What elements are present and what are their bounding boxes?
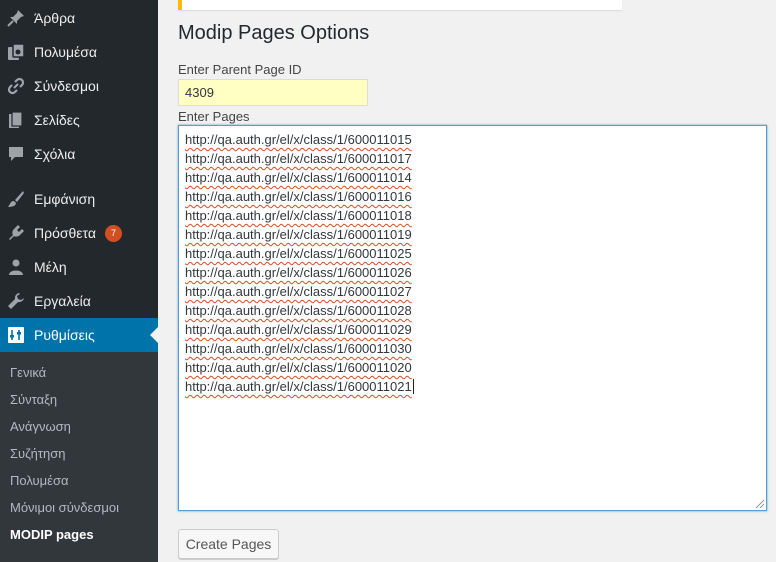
admin-sidebar: Άρθρα Πολυμέσα Σύνδεσμοι Σελίδες Σχόλια … — [0, 0, 158, 562]
page-url-text: http://qa.auth.gr/el/x/class/1/600011030 — [185, 341, 412, 356]
parent-id-input[interactable] — [178, 79, 368, 106]
page-url-line: http://qa.auth.gr/el/x/class/1/600011027 — [185, 282, 760, 301]
create-pages-button[interactable]: Create Pages — [178, 529, 279, 559]
sidebar-item-label: Μέλη — [34, 259, 67, 275]
submenu-item-media[interactable]: Πολυμέσα — [10, 473, 69, 488]
page-url-text: http://qa.auth.gr/el/x/class/1/600011015 — [185, 132, 412, 147]
page-url-line: http://qa.auth.gr/el/x/class/1/600011014 — [185, 168, 760, 187]
comment-icon — [7, 145, 25, 163]
settings-submenu: Γενικά Σύνταξη Ανάγνωση Συζήτηση Πολυμέσ… — [0, 352, 158, 562]
current-menu-arrow — [150, 327, 158, 343]
page-url-text: http://qa.auth.gr/el/x/class/1/600011014 — [185, 170, 412, 185]
page-url-text: http://qa.auth.gr/el/x/class/1/600011025 — [185, 246, 412, 261]
user-icon — [7, 258, 25, 276]
page-url-text: http://qa.auth.gr/el/x/class/1/600011018 — [185, 208, 412, 223]
text-cursor — [412, 379, 414, 394]
sidebar-item-users[interactable]: Μέλη — [0, 250, 158, 284]
page-url-line: http://qa.auth.gr/el/x/class/1/600011015 — [185, 130, 760, 149]
sidebar-item-label: Σύνδεσμοι — [34, 78, 99, 94]
pages-textarea[interactable]: http://qa.auth.gr/el/x/class/1/600011015… — [178, 125, 767, 511]
plugin-icon — [7, 224, 25, 242]
page-url-text: http://qa.auth.gr/el/x/class/1/600011020 — [185, 360, 412, 375]
page-url-line: http://qa.auth.gr/el/x/class/1/600011019 — [185, 225, 760, 244]
brush-icon — [7, 190, 25, 208]
page-url-line: http://qa.auth.gr/el/x/class/1/600011028 — [185, 301, 760, 320]
page-url-text: http://qa.auth.gr/el/x/class/1/600011021 — [185, 379, 412, 394]
page-url-text: http://qa.auth.gr/el/x/class/1/600011029 — [185, 322, 412, 337]
page-url-line: http://qa.auth.gr/el/x/class/1/600011025 — [185, 244, 760, 263]
sidebar-item-label: Πρόσθετα — [34, 225, 96, 241]
sidebar-item-label: Σελίδες — [34, 112, 80, 128]
submenu-item-permalinks[interactable]: Μόνιμοι σύνδεσμοι — [10, 500, 119, 515]
page-url-text: http://qa.auth.gr/el/x/class/1/600011017 — [185, 151, 412, 166]
sidebar-item-posts[interactable]: Άρθρα — [0, 1, 158, 35]
sidebar-item-label: Άρθρα — [34, 10, 76, 26]
resize-handle[interactable] — [756, 500, 764, 508]
page-url-text: http://qa.auth.gr/el/x/class/1/600011016 — [185, 189, 412, 204]
submenu-item-writing[interactable]: Σύνταξη — [10, 392, 57, 407]
submenu-item-modip-pages[interactable]: MODIP pages — [10, 527, 94, 542]
page-url-text: http://qa.auth.gr/el/x/class/1/600011019 — [185, 227, 412, 242]
media-icon — [7, 43, 25, 61]
sidebar-item-plugins[interactable]: Πρόσθετα 7 — [0, 216, 158, 250]
pages-label: Enter Pages — [178, 109, 250, 124]
page-url-line: http://qa.auth.gr/el/x/class/1/600011016 — [185, 187, 760, 206]
page-url-text: http://qa.auth.gr/el/x/class/1/600011028 — [185, 303, 412, 318]
settings-icon — [7, 326, 25, 344]
page-url-text: http://qa.auth.gr/el/x/class/1/600011026 — [185, 265, 412, 280]
sidebar-item-label: Εργαλεία — [34, 293, 91, 309]
pin-icon — [7, 9, 25, 27]
sidebar-item-media[interactable]: Πολυμέσα — [0, 35, 158, 69]
pages-icon — [7, 111, 25, 129]
page-url-line: http://qa.auth.gr/el/x/class/1/600011021 — [185, 377, 760, 396]
submenu-item-reading[interactable]: Ανάγνωση — [10, 419, 71, 434]
admin-notice — [178, 0, 622, 10]
page-url-line: http://qa.auth.gr/el/x/class/1/600011030 — [185, 339, 760, 358]
sidebar-item-comments[interactable]: Σχόλια — [0, 137, 158, 171]
update-count-badge: 7 — [105, 225, 122, 242]
sidebar-item-appearance[interactable]: Εμφάνιση — [0, 182, 158, 216]
sidebar-item-pages[interactable]: Σελίδες — [0, 103, 158, 137]
wrench-icon — [7, 292, 25, 310]
sidebar-item-links[interactable]: Σύνδεσμοι — [0, 69, 158, 103]
link-icon — [7, 77, 25, 95]
sidebar-item-label: Εμφάνιση — [34, 191, 96, 207]
page-title: Modip Pages Options — [178, 22, 370, 44]
submenu-item-general[interactable]: Γενικά — [10, 365, 46, 380]
sidebar-item-tools[interactable]: Εργαλεία — [0, 284, 158, 318]
sidebar-item-label: Πολυμέσα — [34, 44, 97, 60]
page-url-line: http://qa.auth.gr/el/x/class/1/600011026 — [185, 263, 760, 282]
pages-list: http://qa.auth.gr/el/x/class/1/600011015… — [185, 130, 760, 396]
sidebar-item-label: Ρυθμίσεις — [34, 327, 95, 343]
page-url-line: http://qa.auth.gr/el/x/class/1/600011018 — [185, 206, 760, 225]
page-url-line: http://qa.auth.gr/el/x/class/1/600011020 — [185, 358, 760, 377]
sidebar-item-settings[interactable]: Ρυθμίσεις — [0, 318, 158, 352]
page-url-line: http://qa.auth.gr/el/x/class/1/600011029 — [185, 320, 760, 339]
page-url-text: http://qa.auth.gr/el/x/class/1/600011027 — [185, 284, 412, 299]
submenu-item-discussion[interactable]: Συζήτηση — [10, 446, 66, 461]
parent-id-label: Enter Parent Page ID — [178, 62, 302, 77]
page-url-line: http://qa.auth.gr/el/x/class/1/600011017 — [185, 149, 760, 168]
sidebar-item-label: Σχόλια — [34, 146, 76, 162]
